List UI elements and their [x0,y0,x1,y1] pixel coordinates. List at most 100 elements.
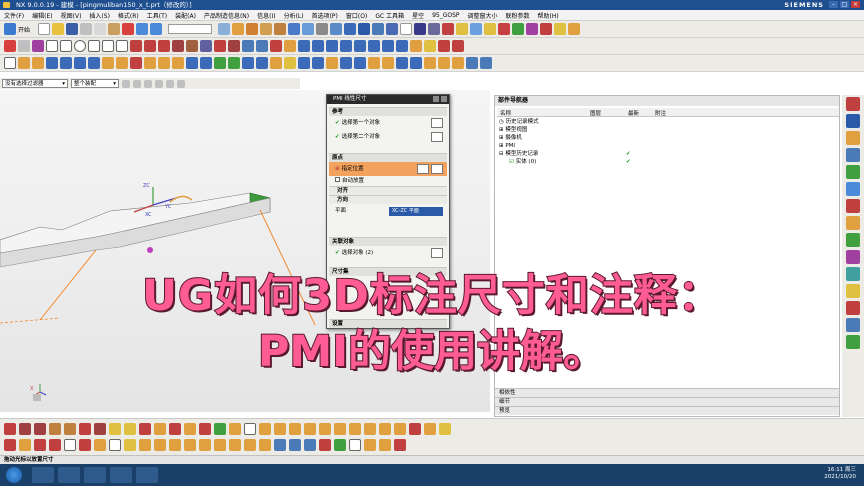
pmi-fcf-icon[interactable] [124,423,136,435]
align-section-header[interactable]: 对齐 [329,186,447,195]
column-note[interactable]: 附注 [655,109,666,117]
tree-item-model-history[interactable]: ⊟ 模型历史记录 ✔ [499,150,631,158]
snap-quadrant-icon[interactable] [166,79,174,88]
f-groove-icon[interactable] [74,57,86,69]
tree-item-pmi[interactable]: ⊞ PMI [499,142,515,150]
polygon-icon[interactable] [116,40,128,52]
f-delete-face-icon[interactable] [354,57,366,69]
drafting-leader-icon[interactable] [94,439,106,451]
history-palette-icon[interactable] [846,199,860,213]
f-pocket-icon[interactable] [46,57,58,69]
datum-csys-icon[interactable] [270,40,282,52]
extrude-icon[interactable] [288,23,301,35]
chamfer-icon[interactable] [312,40,324,52]
f-facet-icon[interactable] [438,57,450,69]
manufacturing-wizards-icon[interactable] [846,233,860,247]
intersect-icon[interactable] [372,23,385,35]
drafting-image-icon[interactable] [334,439,346,451]
associated-section-header[interactable]: 关联对象 [329,237,447,246]
datum-plane-icon[interactable] [242,40,254,52]
pattern-icon[interactable] [354,40,366,52]
hd3d-tools-icon[interactable] [846,165,860,179]
selection-filter-select[interactable]: 没有选择过滤器 ▾ [2,79,68,88]
dialog-reset-icon[interactable] [433,96,439,102]
drafting-print-icon[interactable] [289,439,301,451]
auto-place-row[interactable]: 自动放置 [329,176,447,186]
orient-view-icon[interactable] [470,23,483,35]
revolve-icon[interactable] [302,23,315,35]
circle-icon[interactable] [74,40,86,52]
select-object-row[interactable]: ✔ 选择对象 (2) [329,246,447,260]
f-ruled-icon[interactable] [242,57,254,69]
pmi-process-icon[interactable] [334,423,346,435]
menu-item-info[interactable]: 信息(I) [257,11,275,20]
f-slot-icon[interactable] [60,57,72,69]
drafting-arrow-icon[interactable] [79,439,91,451]
menu-item-view[interactable]: 视图(V) [61,11,82,20]
menu-item-assembly[interactable]: 装配(A) [175,11,196,20]
arc-icon[interactable] [60,40,72,52]
pmi-datum-target-icon[interactable] [154,423,166,435]
f-trim-sheet-icon[interactable] [312,57,324,69]
pmi-string-icon[interactable] [394,423,406,435]
shell-icon[interactable] [326,40,338,52]
mirror-feature-icon[interactable] [368,40,380,52]
select-second-button[interactable] [431,132,443,142]
pmi-custom-symbol-icon[interactable] [229,423,241,435]
f-feature-icon[interactable] [452,57,464,69]
selection-scope-select[interactable]: 整个装配 ▾ [71,79,119,88]
pmi-note-icon[interactable] [554,23,567,35]
taskbar-ie-icon[interactable] [32,467,54,483]
f-extension-icon[interactable] [284,57,296,69]
menu-item-gosp[interactable]: 95_GOSP [432,12,459,19]
profile-icon[interactable] [32,40,44,52]
extend-icon[interactable] [158,40,170,52]
delete-icon[interactable] [122,23,135,35]
pmi-angular-icon[interactable] [19,423,31,435]
measure-icon[interactable] [512,23,525,35]
drafting-note-icon[interactable] [19,439,31,451]
block-icon[interactable] [232,23,245,35]
f-optimize-icon[interactable] [410,57,422,69]
menu-item-tools[interactable]: 工具(T) [147,11,167,20]
copy-icon[interactable] [94,23,107,35]
shade-icon[interactable] [386,23,399,35]
close-icon[interactable]: × [851,1,860,8]
pmi-radial-icon[interactable] [34,423,46,435]
pmi-note-tb-icon[interactable] [109,423,121,435]
drafting-detail-icon[interactable] [229,439,241,451]
pmi-user-attr-icon[interactable] [379,423,391,435]
drafting-projected-icon[interactable] [214,439,226,451]
drafting-label-icon[interactable] [34,439,46,451]
origin-section-header[interactable]: 原点 [329,153,447,162]
split-body-icon[interactable] [396,40,408,52]
analysis-icon[interactable] [526,23,539,35]
tree-item-history-mode[interactable]: ◷ 历史记录模式 [499,118,539,126]
pmi-material-icon[interactable] [319,423,331,435]
pmi-search-icon[interactable] [274,423,286,435]
menu-item-edit[interactable]: 编辑(E) [32,11,52,20]
f-variational-icon[interactable] [200,57,212,69]
pmi-part-ident-icon[interactable] [304,423,316,435]
select-first-object-row[interactable]: ✔ 选择第一个对象 [329,116,447,130]
dependencies-panel[interactable]: 相依性 [495,388,839,397]
f-tube-icon[interactable] [102,57,114,69]
f-studio-icon[interactable] [270,57,282,69]
f-rib-icon[interactable] [88,57,100,69]
pmi-weld-icon[interactable] [199,423,211,435]
f-block-icon[interactable] [18,57,30,69]
color-icon[interactable] [498,23,511,35]
taskbar-folder-icon[interactable] [136,467,158,483]
f-bounded-icon[interactable] [214,57,226,69]
menu-item-file[interactable]: 文件(F) [4,11,24,20]
pmi-region-icon[interactable] [259,423,271,435]
drafting-hatch-icon[interactable] [139,439,151,451]
undo-icon[interactable] [136,23,149,35]
drafting-icon[interactable] [4,439,16,451]
snap-mid-icon[interactable] [144,79,152,88]
column-layer[interactable]: 图层 [590,109,601,117]
draft-icon[interactable] [340,40,352,52]
sphere-icon[interactable] [274,23,287,35]
taskbar-player-icon[interactable] [84,467,106,483]
taskbar-explorer-icon[interactable] [58,467,80,483]
